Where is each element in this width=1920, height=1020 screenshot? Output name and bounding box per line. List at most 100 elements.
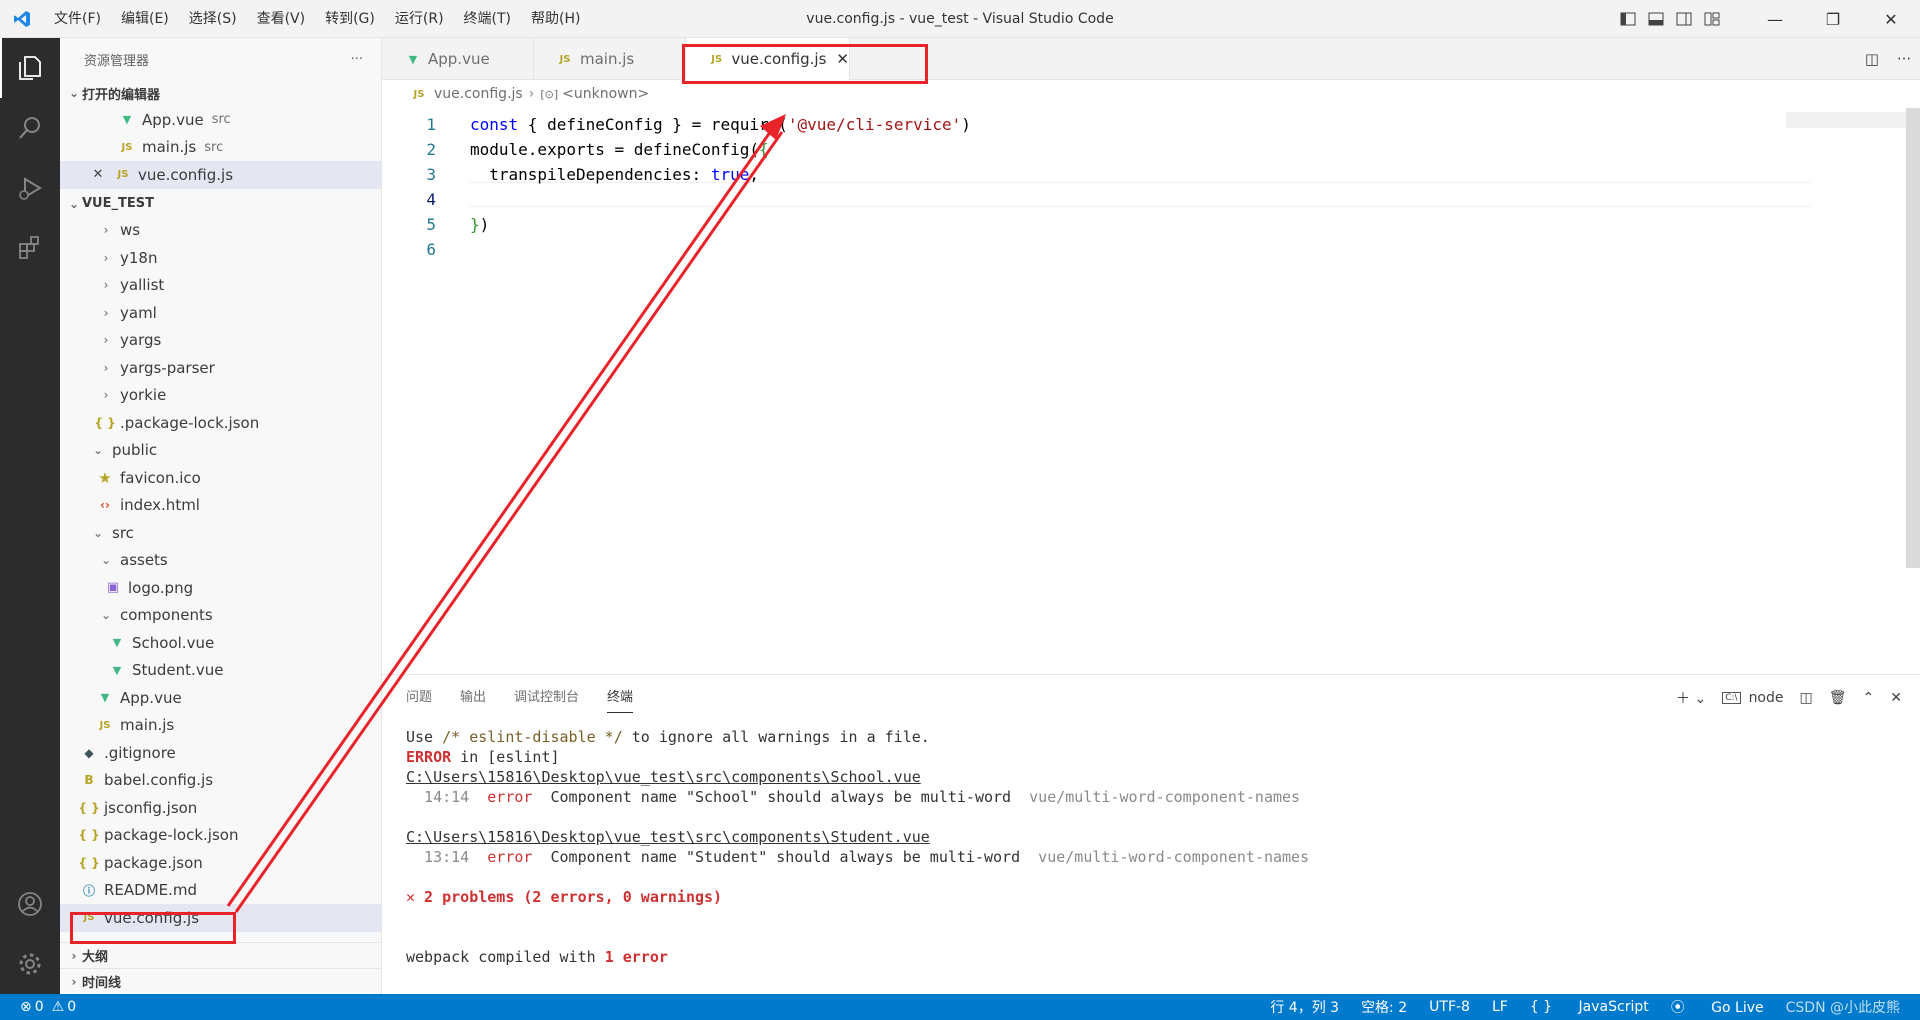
activity-bar bbox=[0, 38, 60, 994]
cursor-position[interactable]: 行 4，列 3 bbox=[1270, 997, 1339, 1017]
breadcrumb-file[interactable]: vue.config.js bbox=[434, 86, 523, 102]
tree-file[interactable]: ‹› index.html bbox=[60, 492, 381, 520]
vscode-logo-icon bbox=[0, 0, 44, 38]
tree-file[interactable]: ◆ .gitignore bbox=[60, 739, 381, 767]
search-icon[interactable] bbox=[0, 98, 60, 158]
toggle-secondary-sidebar-icon[interactable] bbox=[1670, 0, 1698, 38]
open-editor-app-vue[interactable]: ▼ App.vue src bbox=[60, 106, 381, 134]
split-terminal-icon[interactable]: ◫ bbox=[1800, 690, 1813, 706]
tab-problems[interactable]: 问题 bbox=[406, 675, 432, 721]
project-header[interactable]: ⌄ VUE_TEST bbox=[60, 191, 381, 217]
kill-terminal-icon[interactable]: 🗑 bbox=[1829, 690, 1847, 706]
tab-app-vue[interactable]: ▼ App.vue bbox=[382, 38, 534, 80]
tree-folder[interactable]: › yargs bbox=[60, 327, 381, 355]
toggle-panel-icon[interactable] bbox=[1642, 0, 1670, 38]
vue-icon: ▼ bbox=[100, 691, 110, 705]
line-number: 2 bbox=[426, 140, 436, 159]
language-mode[interactable]: { } JavaScript bbox=[1530, 999, 1649, 1015]
menu-file[interactable]: 文件(F) bbox=[44, 0, 111, 38]
open-editor-main-js[interactable]: JS main.js src bbox=[60, 134, 381, 162]
tree-file[interactable]: ▼ App.vue bbox=[60, 684, 381, 712]
customize-layout-icon[interactable] bbox=[1698, 0, 1726, 38]
title-bar: 文件(F) 编辑(E) 选择(S) 查看(V) 转到(G) 运行(R) 终端(T… bbox=[0, 0, 1920, 38]
tree-file[interactable]: ▼ Student.vue bbox=[60, 657, 381, 685]
terminal-output[interactable]: Use /* eslint-disable */ to ignore all w… bbox=[406, 727, 1309, 967]
tree-folder[interactable]: › ws bbox=[60, 217, 381, 245]
tree-folder[interactable]: ⌄ components bbox=[60, 602, 381, 630]
close-panel-icon[interactable]: ✕ bbox=[1890, 690, 1902, 706]
code-line-2: module.exports = defineConfig({ bbox=[470, 140, 769, 159]
open-editors-header[interactable]: ⌄ 打开的编辑器 bbox=[60, 80, 381, 106]
problems-status[interactable]: ⊗ 0 ⚠ 0 bbox=[0, 999, 76, 1015]
tree-folder[interactable]: › yorkie bbox=[60, 382, 381, 410]
more-actions-icon[interactable]: ··· bbox=[351, 52, 363, 67]
settings-gear-icon[interactable] bbox=[0, 934, 60, 994]
tree-folder[interactable]: › yaml bbox=[60, 299, 381, 327]
minimize-icon[interactable]: — bbox=[1746, 0, 1804, 38]
tree-file[interactable]: { } package-lock.json bbox=[60, 822, 381, 850]
account-icon[interactable] bbox=[0, 874, 60, 934]
minimap[interactable] bbox=[1786, 112, 1906, 128]
tree-file[interactable]: { } jsconfig.json bbox=[60, 794, 381, 822]
tree-folder[interactable]: › yargs-parser bbox=[60, 354, 381, 382]
vue-icon: ▼ bbox=[122, 113, 132, 127]
menu-help[interactable]: 帮助(H) bbox=[521, 0, 590, 38]
extensions-icon[interactable] bbox=[0, 218, 60, 278]
tree-folder[interactable]: ⌄ src bbox=[60, 519, 381, 547]
tree-folder[interactable]: › y18n bbox=[60, 244, 381, 272]
code-line-1: const { defineConfig } = require('@vue/c… bbox=[470, 115, 971, 134]
indentation[interactable]: 空格: 2 bbox=[1361, 997, 1407, 1017]
breadcrumb-symbol[interactable]: <unknown> bbox=[562, 86, 649, 102]
run-debug-icon[interactable] bbox=[0, 158, 60, 218]
tree-file[interactable]: ★ favicon.ico bbox=[60, 464, 381, 492]
split-editor-icon[interactable]: ◫ bbox=[1856, 50, 1888, 68]
tree-folder[interactable]: ⌄ public bbox=[60, 437, 381, 465]
menu-selection[interactable]: 选择(S) bbox=[179, 0, 247, 38]
line-number: 3 bbox=[426, 165, 436, 184]
tab-debug-console[interactable]: 调试控制台 bbox=[514, 675, 579, 721]
tree-file[interactable]: ⓘ README.md bbox=[60, 877, 381, 905]
json-icon: { } bbox=[78, 828, 100, 843]
tree-file[interactable]: ▣ logo.png bbox=[60, 574, 381, 602]
terminal-shell-icon: C:\ bbox=[1722, 692, 1741, 704]
tree-file[interactable]: JS main.js bbox=[60, 712, 381, 740]
menu-view[interactable]: 查看(V) bbox=[247, 0, 316, 38]
terminal-shell-name[interactable]: node bbox=[1749, 690, 1784, 706]
vue-icon: ▼ bbox=[408, 52, 418, 66]
tree-folder[interactable]: ⌄ assets bbox=[60, 547, 381, 575]
tree-file[interactable]: ▼ School.vue bbox=[60, 629, 381, 657]
explorer-icon[interactable] bbox=[0, 38, 60, 98]
close-editor-icon[interactable]: ✕ bbox=[90, 167, 106, 182]
chevron-down-icon: ⌄ bbox=[100, 553, 112, 568]
menu-terminal[interactable]: 终端(T) bbox=[454, 0, 521, 38]
tab-main-js[interactable]: JS main.js bbox=[534, 38, 686, 80]
tree-file[interactable]: { } package.json bbox=[60, 849, 381, 877]
menu-go[interactable]: 转到(G) bbox=[315, 0, 385, 38]
menu-run[interactable]: 运行(R) bbox=[385, 0, 454, 38]
chevron-down-icon: ⌄ bbox=[92, 525, 104, 540]
end-of-line[interactable]: LF bbox=[1492, 999, 1508, 1015]
tree-folder[interactable]: › yallist bbox=[60, 272, 381, 300]
toggle-sidebar-icon[interactable] bbox=[1614, 0, 1642, 38]
timeline-header[interactable]: › 时间线 bbox=[60, 968, 381, 994]
tab-output[interactable]: 输出 bbox=[460, 675, 486, 721]
tree-file[interactable]: Bbabel.config.js bbox=[60, 767, 381, 795]
open-editor-vue-config-js[interactable]: ✕ JS vue.config.js bbox=[60, 161, 381, 189]
maximize-panel-icon[interactable]: ⌃ bbox=[1863, 690, 1875, 706]
annotation-box-file bbox=[70, 912, 236, 944]
error-icon: ⊗ bbox=[20, 999, 32, 1015]
go-live-button[interactable]: ⦿ Go Live bbox=[1671, 997, 1764, 1017]
tab-terminal[interactable]: 终端 bbox=[607, 683, 634, 713]
restore-icon[interactable]: ❐ bbox=[1804, 0, 1862, 38]
code-editor[interactable]: 1 const { defineConfig } = require('@vue… bbox=[382, 108, 1920, 674]
outline-header[interactable]: › 大纲 bbox=[60, 942, 381, 968]
editor-scrollbar[interactable] bbox=[1906, 108, 1920, 568]
new-terminal-icon[interactable]: ＋ ⌄ bbox=[1676, 688, 1706, 708]
favicon-icon: ★ bbox=[98, 468, 112, 487]
js-icon: JS bbox=[121, 141, 133, 153]
encoding[interactable]: UTF-8 bbox=[1429, 999, 1470, 1015]
menu-edit[interactable]: 编辑(E) bbox=[111, 0, 179, 38]
editor-more-icon[interactable]: ··· bbox=[1888, 50, 1920, 68]
close-window-icon[interactable]: ✕ bbox=[1862, 0, 1920, 38]
tree-file[interactable]: { } .package-lock.json bbox=[60, 409, 381, 437]
